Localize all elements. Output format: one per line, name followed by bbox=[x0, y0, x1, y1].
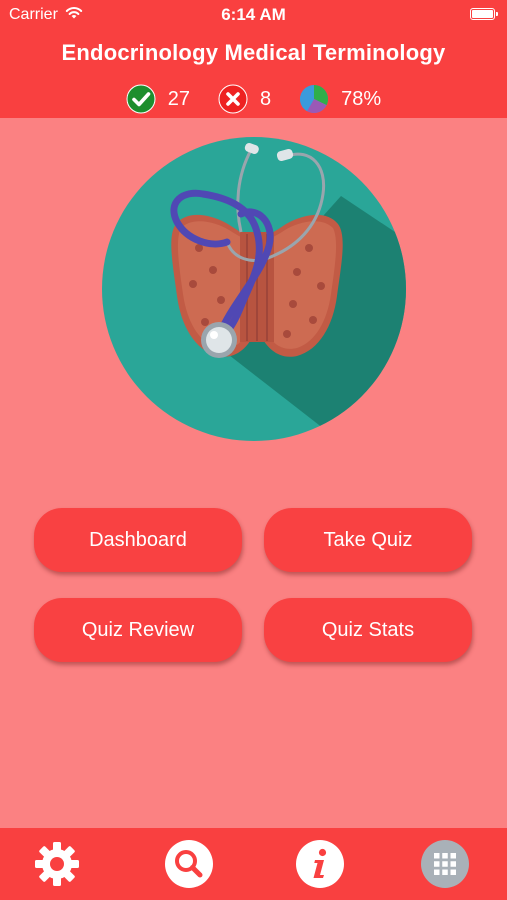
settings-button[interactable] bbox=[32, 841, 82, 891]
check-circle-icon bbox=[126, 84, 156, 114]
score-value: 78% bbox=[341, 87, 382, 110]
incorrect-count: 8 bbox=[218, 84, 271, 114]
status-bar: Carrier 6:14 AM bbox=[0, 0, 507, 30]
pie-chart-icon bbox=[299, 84, 329, 114]
quiz-stats-button[interactable]: Quiz Stats bbox=[264, 598, 472, 662]
score-summary: 27 8 78% bbox=[0, 83, 507, 115]
info-button[interactable] bbox=[295, 839, 345, 894]
take-quiz-button[interactable]: Take Quiz bbox=[264, 508, 472, 572]
thyroid-stethoscope-illustration bbox=[101, 136, 407, 442]
info-icon bbox=[295, 839, 345, 894]
dashboard-button[interactable]: Dashboard bbox=[34, 508, 242, 572]
bottom-toolbar bbox=[0, 828, 507, 900]
more-apps-button[interactable] bbox=[420, 839, 470, 894]
gear-icon bbox=[33, 840, 81, 893]
search-icon bbox=[164, 839, 214, 894]
score-percent: 78% bbox=[299, 84, 381, 114]
grid-icon bbox=[420, 839, 470, 894]
page-title: Endocrinology Medical Terminology bbox=[61, 40, 446, 65]
x-circle-icon bbox=[218, 84, 248, 114]
correct-value: 27 bbox=[167, 87, 191, 110]
search-button[interactable] bbox=[164, 839, 214, 894]
quiz-review-button[interactable]: Quiz Review bbox=[34, 598, 242, 662]
incorrect-value: 8 bbox=[260, 87, 272, 110]
correct-count: 27 bbox=[126, 84, 190, 114]
battery-icon bbox=[470, 8, 498, 20]
status-time: 6:14 AM bbox=[221, 5, 286, 24]
app-header: Carrier 6:14 AM Endocrinology Medical Te… bbox=[0, 0, 507, 118]
